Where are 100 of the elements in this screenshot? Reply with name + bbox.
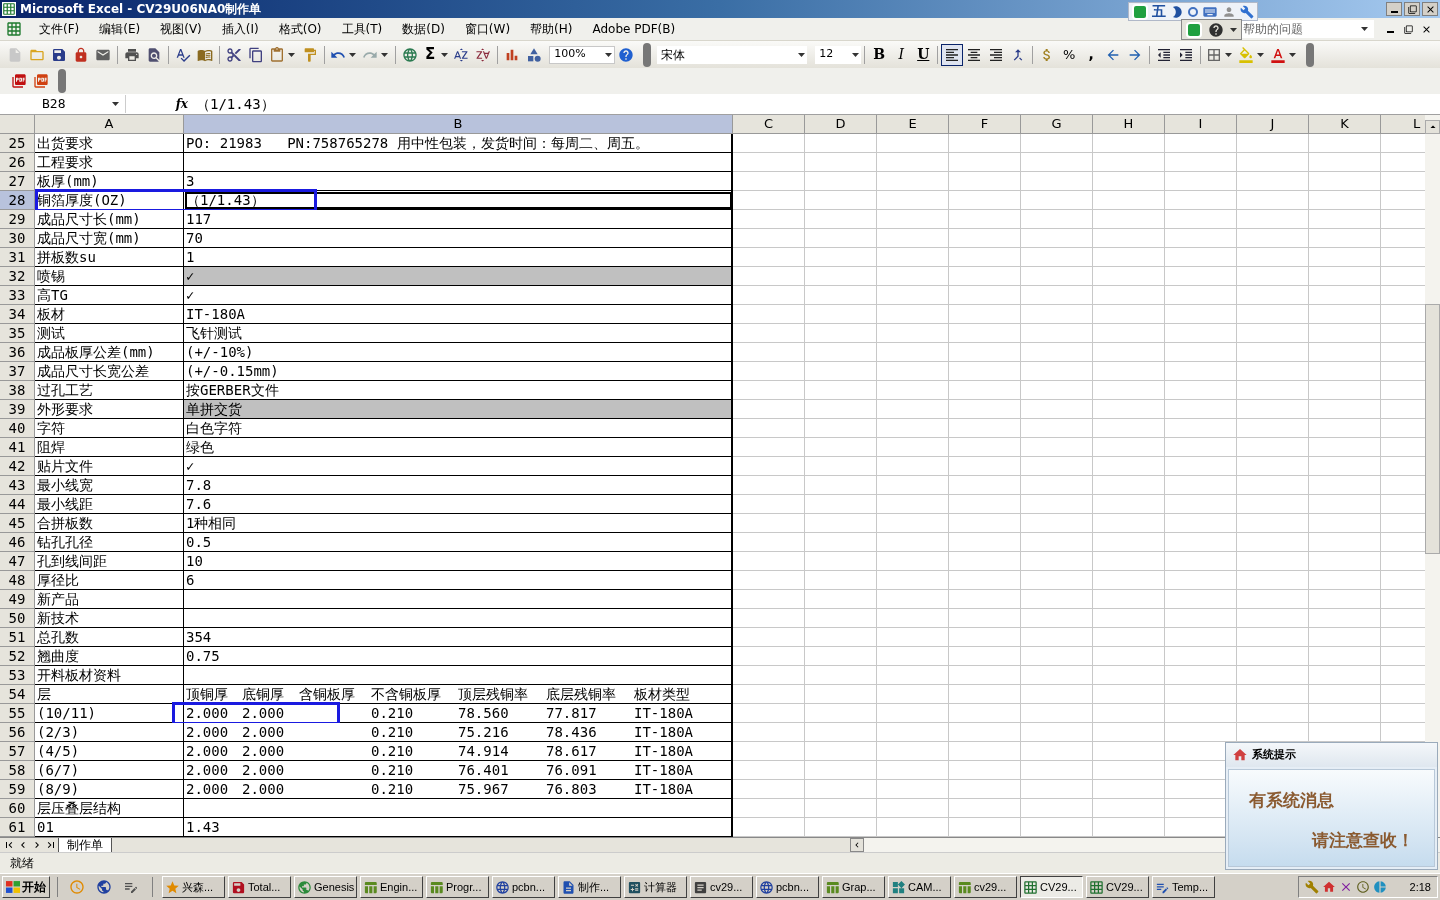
taskbar-button[interactable]: CV29... <box>1020 876 1083 898</box>
sheet-tab[interactable]: 制作单 <box>58 837 112 853</box>
autosum-button[interactable]: Σ <box>421 43 440 66</box>
row-header[interactable]: 51 <box>0 628 35 647</box>
row-header[interactable]: 29 <box>0 210 35 229</box>
moon-icon[interactable] <box>1170 4 1184 19</box>
row-header[interactable]: 52 <box>0 647 35 666</box>
taskbar-button[interactable]: 计算器 <box>624 876 687 898</box>
toolbar-grip[interactable] <box>643 42 652 67</box>
minimize-button[interactable] <box>1386 2 1402 16</box>
row-header[interactable]: 46 <box>0 533 35 552</box>
row-header[interactable]: 53 <box>0 666 35 685</box>
row-header[interactable]: 47 <box>0 552 35 571</box>
toolbar-grip[interactable] <box>58 69 66 93</box>
taskbar-button[interactable]: pcbn... <box>492 876 555 898</box>
row-header[interactable]: 54 <box>0 685 35 704</box>
row-header[interactable]: 43 <box>0 476 35 495</box>
row-header[interactable]: 26 <box>0 153 35 172</box>
menu-item[interactable]: 工具(T) <box>334 20 390 38</box>
taskbar-button[interactable]: 制作... <box>558 876 621 898</box>
row-header[interactable]: 60 <box>0 799 35 818</box>
underline-button[interactable]: U <box>912 43 935 66</box>
column-header[interactable]: K <box>1309 115 1381 134</box>
row-header[interactable]: 32 <box>0 267 35 286</box>
zoom-field[interactable]: 100% <box>549 45 616 64</box>
row-header[interactable]: 34 <box>0 305 35 324</box>
row-header[interactable]: 37 <box>0 362 35 381</box>
column-header[interactable]: F <box>949 115 1021 134</box>
menu-item[interactable]: 数据(D) <box>395 20 452 38</box>
column-header[interactable]: H <box>1093 115 1165 134</box>
column-header[interactable]: D <box>805 115 877 134</box>
menu-item[interactable]: 文件(F) <box>32 20 87 38</box>
row-header[interactable]: 36 <box>0 343 35 362</box>
menu-item[interactable]: 窗口(W) <box>457 20 518 38</box>
row-header[interactable]: 56 <box>0 723 35 742</box>
menu-item[interactable]: 格式(O) <box>271 20 329 38</box>
start-button[interactable]: 开始 <box>2 876 50 898</box>
toolbar-grip[interactable] <box>1306 42 1315 67</box>
wrench-icon[interactable] <box>1240 4 1254 19</box>
row-header[interactable]: 49 <box>0 590 35 609</box>
row-header[interactable]: 35 <box>0 324 35 343</box>
house-icon[interactable] <box>1322 880 1336 894</box>
menu-item[interactable]: 插入(I) <box>214 20 266 38</box>
taskbar-button[interactable]: Engin... <box>360 876 423 898</box>
taskbar-button[interactable]: CV29... <box>1086 876 1149 898</box>
row-header[interactable]: 50 <box>0 609 35 628</box>
taskbar-button[interactable]: Genesis <box>294 876 357 898</box>
row-header[interactable]: 41 <box>0 438 35 457</box>
row-header[interactable]: 59 <box>0 780 35 799</box>
taskbar-button[interactable]: cv29... <box>954 876 1017 898</box>
row-header[interactable]: 40 <box>0 419 35 438</box>
input-method-icon[interactable] <box>1132 3 1148 20</box>
row-header[interactable]: 39 <box>0 400 35 419</box>
bold-button[interactable]: B <box>868 43 891 66</box>
globe-icon[interactable] <box>96 879 112 895</box>
row-header[interactable]: 44 <box>0 495 35 514</box>
close-button[interactable] <box>1422 2 1438 16</box>
taskbar-button[interactable]: Grap... <box>822 876 885 898</box>
row-header[interactable]: 58 <box>0 761 35 780</box>
row-header[interactable]: 27 <box>0 172 35 191</box>
taskbar-button[interactable]: pcbn... <box>756 876 819 898</box>
menu-item[interactable]: 视图(V) <box>153 20 209 38</box>
row-header[interactable]: 30 <box>0 229 35 248</box>
menu-item[interactable]: 编辑(E) <box>92 20 148 38</box>
row-header[interactable]: 31 <box>0 248 35 267</box>
percent-button[interactable]: % <box>1058 43 1081 66</box>
row-header[interactable]: 42 <box>0 457 35 476</box>
row-header[interactable]: 33 <box>0 286 35 305</box>
row-header[interactable]: 25 <box>0 134 35 153</box>
taskbar-button[interactable]: 兴森... <box>162 876 225 898</box>
help-field[interactable]: 帮助的问题 <box>1239 20 1374 38</box>
scrollbar-thumb[interactable] <box>1425 304 1440 554</box>
italic-button[interactable]: I <box>890 43 913 66</box>
taskbar-button[interactable]: Total... <box>228 876 291 898</box>
column-header[interactable]: G <box>1021 115 1093 134</box>
row-header[interactable]: 28 <box>0 191 35 210</box>
caret-icon[interactable] <box>1230 27 1237 32</box>
help-icon[interactable] <box>1208 21 1224 38</box>
taskbar-button[interactable]: Temp... <box>1152 876 1215 898</box>
row-header[interactable]: 61 <box>0 818 35 837</box>
column-header[interactable]: C <box>733 115 805 134</box>
menu-item[interactable]: Adobe PDF(B) <box>585 20 683 38</box>
column-header[interactable]: J <box>1237 115 1309 134</box>
row-header[interactable]: 55 <box>0 704 35 723</box>
row-header[interactable]: 38 <box>0 381 35 400</box>
input-method-icon[interactable] <box>1186 21 1202 38</box>
taskbar-button[interactable]: cv29... <box>690 876 753 898</box>
function-label[interactable]: fx <box>175 95 188 113</box>
cross-icon[interactable] <box>1339 880 1353 894</box>
row-header[interactable]: 48 <box>0 571 35 590</box>
restore-button[interactable] <box>1404 2 1420 16</box>
taskbar-button[interactable]: CAM... <box>888 876 951 898</box>
align-left-button[interactable] <box>941 43 964 66</box>
row-header[interactable]: 45 <box>0 514 35 533</box>
column-header[interactable]: B <box>184 115 733 134</box>
name-box[interactable]: B28 <box>0 95 126 113</box>
row-header[interactable]: 57 <box>0 742 35 761</box>
font-size-field[interactable]: 12 <box>815 45 862 64</box>
menu-item[interactable]: 帮助(H) <box>523 20 580 38</box>
layout-label[interactable]: 五 <box>1152 1 1166 22</box>
